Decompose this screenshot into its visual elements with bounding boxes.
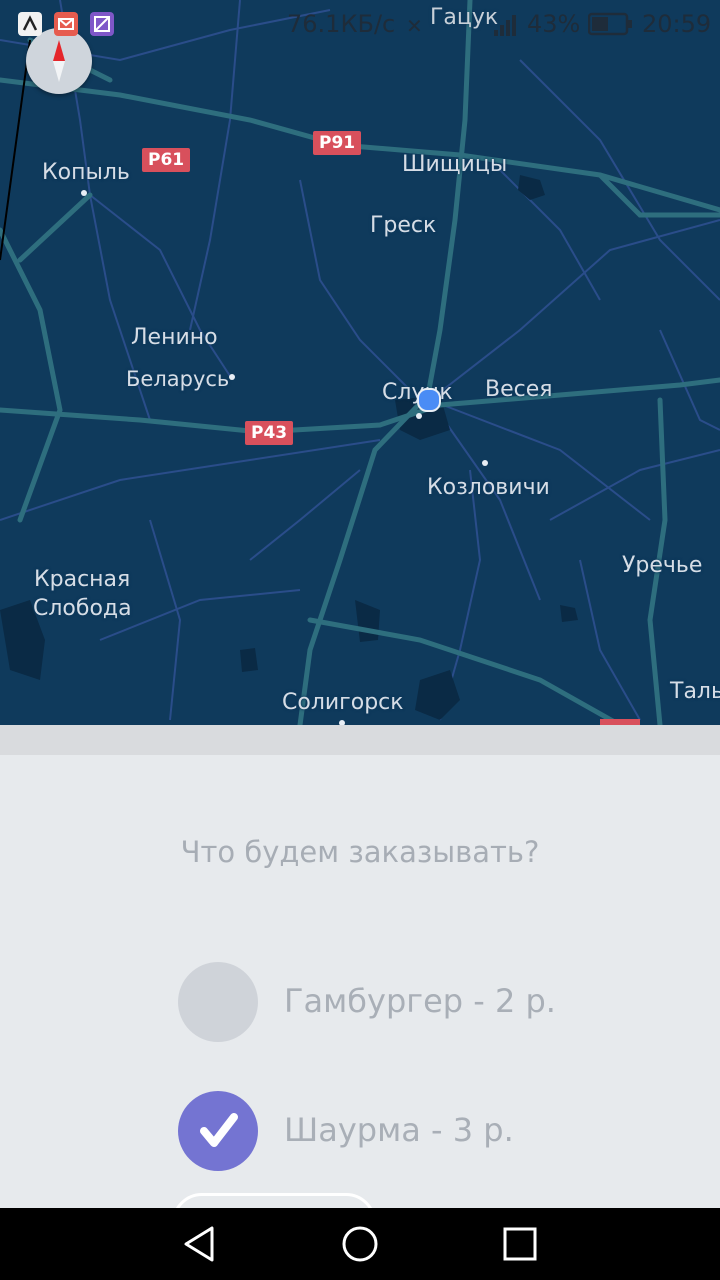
- mail-notification-icon: [54, 12, 78, 36]
- place-label-lenino: Ленино: [131, 325, 218, 350]
- town-dot: [229, 374, 235, 380]
- app-notification-icon: [18, 12, 42, 36]
- status-bar: 76.1КБ/с ✕ Гацук 43% 20:59: [0, 0, 720, 48]
- place-label-kopyl: Копыль: [42, 160, 130, 185]
- place-label-sloboda: Слобода: [33, 596, 132, 621]
- navigation-bar: [0, 1208, 720, 1280]
- place-label-urechye: Уречье: [622, 553, 703, 578]
- town-dot: [416, 413, 422, 419]
- home-icon[interactable]: [338, 1222, 382, 1266]
- gallery-notification-icon: [90, 12, 114, 36]
- checkmark-icon: [200, 1113, 238, 1147]
- option-radio-unchecked[interactable]: [178, 962, 258, 1042]
- battery-icon: [588, 12, 632, 36]
- town-dot: [482, 460, 488, 466]
- network-speed: 76.1КБ/с: [287, 10, 396, 38]
- place-label-soligorsk: Солигорск: [282, 690, 404, 715]
- confirm-button[interactable]: [172, 1193, 376, 1208]
- back-icon[interactable]: [178, 1222, 222, 1266]
- option-label: Гамбургер - 2 р.: [284, 982, 556, 1020]
- map-label-behind-status: Гацук: [430, 5, 499, 30]
- signal-icon: [494, 15, 516, 36]
- place-label-krasnaya: Красная: [34, 567, 131, 592]
- clock: 20:59: [642, 10, 712, 38]
- place-label-belarus: Беларусь: [126, 367, 230, 391]
- place-label-tal: Таль: [670, 679, 720, 704]
- place-label-kozlovichi: Козловичи: [427, 475, 550, 500]
- option-radio-checked[interactable]: [178, 1091, 258, 1171]
- battery-percent: 43%: [527, 10, 581, 38]
- road-shield-p91: P91: [313, 131, 362, 155]
- map-view[interactable]: Копыль Шищицы Греск Ленино Беларусь Слуц…: [0, 0, 720, 725]
- order-question: Что будем заказывать?: [180, 835, 540, 869]
- recents-icon[interactable]: [498, 1222, 542, 1266]
- place-label-vesya: Весея: [485, 377, 553, 402]
- option-label: Шаурма - 3 р.: [284, 1111, 514, 1149]
- my-location-marker: [417, 388, 441, 412]
- order-sheet: Что будем заказывать? Гамбургер - 2 р. Ш…: [0, 725, 720, 1208]
- place-label-shishitsy: Шищицы: [402, 152, 508, 177]
- road-shield-p61: P61: [142, 148, 191, 172]
- sheet-drag-handle[interactable]: [0, 725, 720, 755]
- place-label-gresk: Греск: [370, 213, 437, 238]
- option-shawarma[interactable]: Шаурма - 3 р.: [178, 1091, 638, 1173]
- mute-icon: ✕: [406, 14, 423, 38]
- road-shield-p43: P43: [245, 421, 294, 445]
- town-dot: [81, 190, 87, 196]
- option-hamburger[interactable]: Гамбургер - 2 р.: [178, 962, 638, 1044]
